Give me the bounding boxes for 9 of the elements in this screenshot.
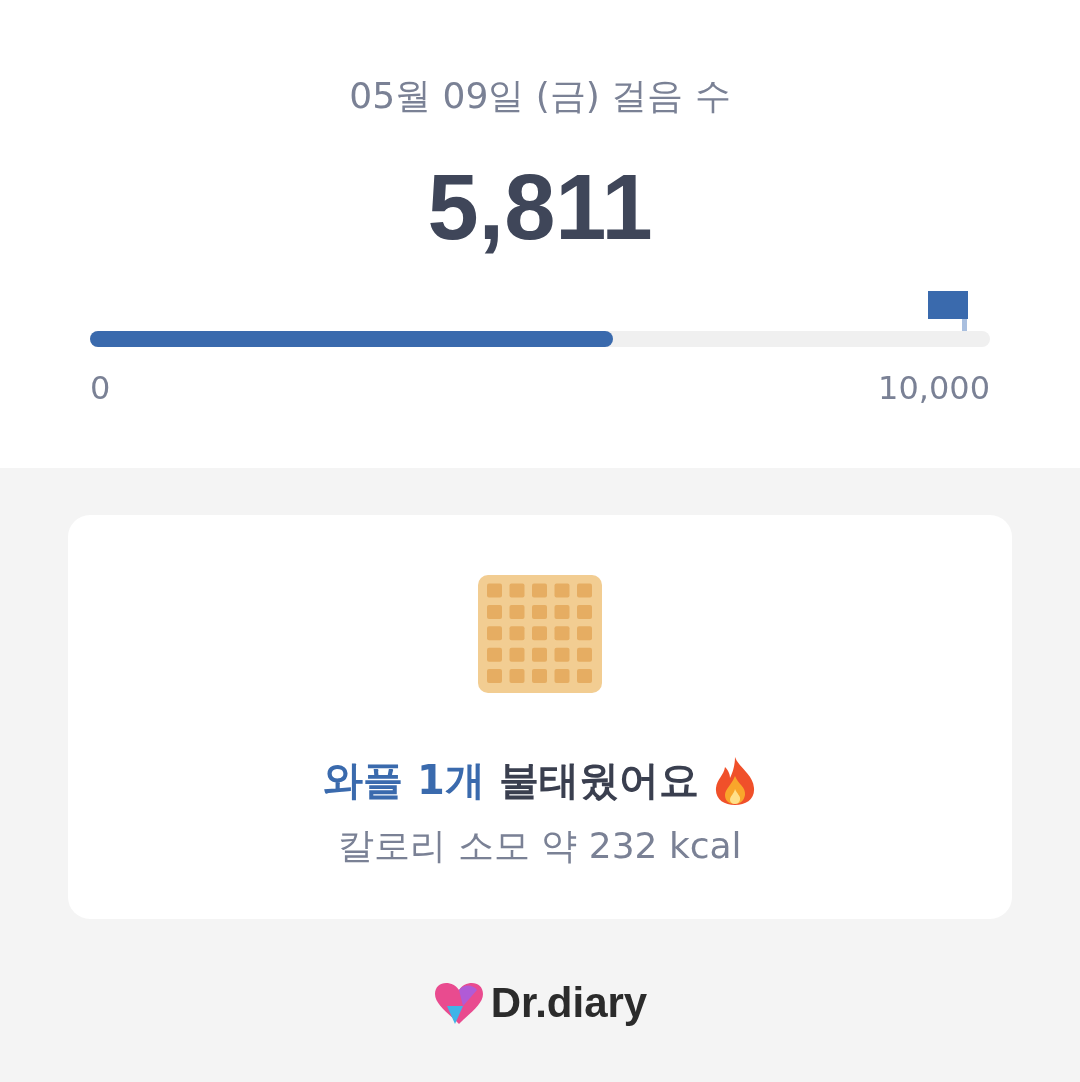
waffle-icon xyxy=(478,575,602,693)
heart-logo-icon xyxy=(432,980,485,1026)
date-title: 05월 09일 (금) 걸음 수 xyxy=(349,74,731,118)
step-count: 5,811 xyxy=(427,161,653,253)
max-label: 10,000 xyxy=(878,369,990,407)
burned-headline: 와플 1개 불태웠어요 xyxy=(323,756,699,805)
brand-name: Dr.diary xyxy=(490,979,648,1027)
calorie-text: 칼로리 소모 약 232 kcal xyxy=(338,824,742,868)
min-label: 0 xyxy=(90,369,111,407)
